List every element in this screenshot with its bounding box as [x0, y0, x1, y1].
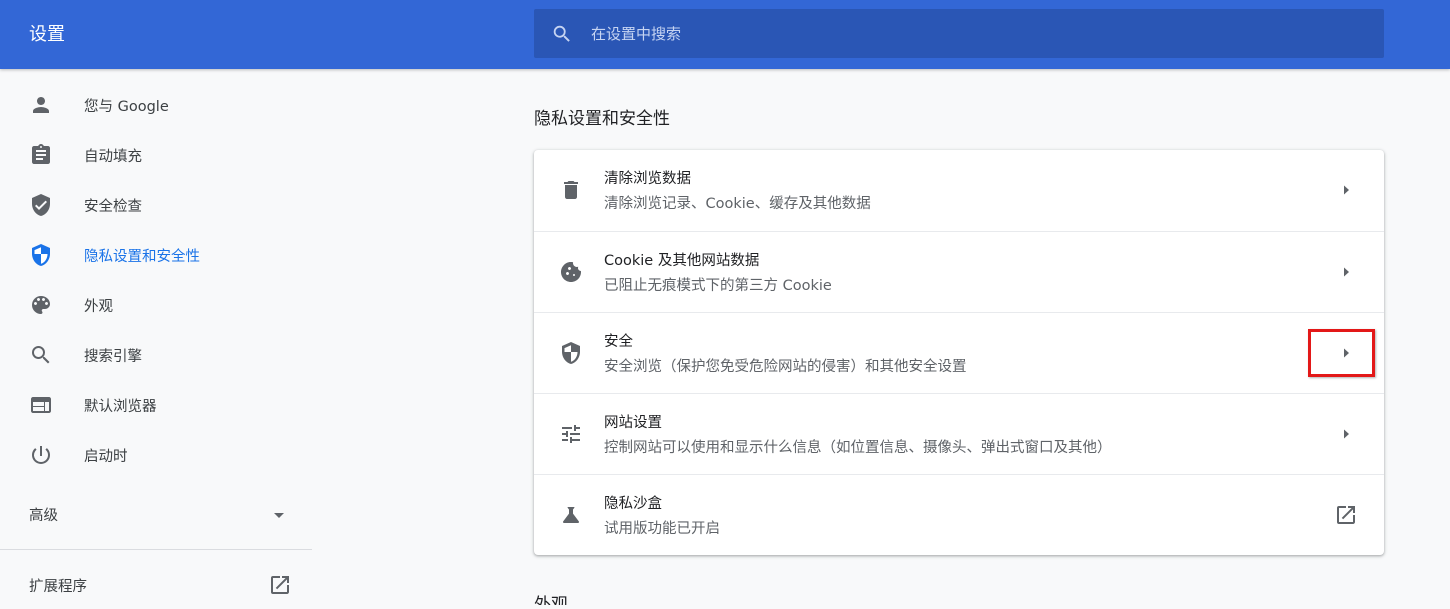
- sidebar-item-default-browser[interactable]: 默认浏览器: [0, 381, 312, 429]
- arrow-right-icon[interactable]: [1338, 182, 1354, 198]
- row-site-settings[interactable]: 网站设置 控制网站可以使用和显示什么信息（如位置信息、摄像头、弹出式窗口及其他）: [534, 393, 1384, 474]
- arrow-right-icon[interactable]: [1338, 426, 1354, 442]
- row-cookies[interactable]: Cookie 及其他网站数据 已阻止无痕模式下的第三方 Cookie: [534, 231, 1384, 312]
- row-subtitle: 清除浏览记录、Cookie、缓存及其他数据: [604, 196, 871, 212]
- sidebar-advanced-toggle[interactable]: 高级: [0, 490, 312, 538]
- sidebar-item-label: 外观: [84, 298, 113, 315]
- sidebar-item-autofill[interactable]: 自动填充: [0, 131, 312, 179]
- sidebar-item-label: 自动填充: [84, 148, 142, 165]
- row-privacy-sandbox[interactable]: 隐私沙盒 试用版功能已开启: [534, 474, 1384, 555]
- sidebar-item-label: 默认浏览器: [84, 398, 157, 415]
- sidebar-item-label: 启动时: [84, 448, 128, 465]
- assignment-icon: [29, 143, 53, 167]
- row-title: Cookie 及其他网站数据: [604, 253, 760, 269]
- search-box[interactable]: [534, 9, 1384, 58]
- sidebar-item-label: 您与 Google: [84, 98, 169, 115]
- sidebar-advanced-label: 高级: [29, 507, 58, 524]
- row-subtitle: 控制网站可以使用和显示什么信息（如位置信息、摄像头、弹出式窗口及其他）: [604, 440, 1112, 456]
- sidebar-item-on-startup[interactable]: 启动时: [0, 431, 312, 479]
- search-icon: [29, 343, 53, 367]
- shield-check-icon: [29, 193, 53, 217]
- row-subtitle: 已阻止无痕模式下的第三方 Cookie: [604, 278, 832, 294]
- open-external-icon[interactable]: [1334, 503, 1358, 527]
- power-icon: [29, 443, 53, 467]
- sidebar-item-label: 搜索引擎: [84, 348, 142, 365]
- arrow-right-icon[interactable]: [1338, 345, 1354, 361]
- open-external-icon: [268, 573, 292, 597]
- row-subtitle: 试用版功能已开启: [604, 521, 720, 537]
- row-subtitle: 安全浏览（保护您免受危险网站的侵害）和其他安全设置: [604, 359, 967, 375]
- row-title: 安全: [604, 334, 633, 350]
- shield-half-icon: [29, 243, 53, 267]
- sidebar-item-search-engine[interactable]: 搜索引擎: [0, 331, 312, 379]
- privacy-settings-card: 清除浏览数据 清除浏览记录、Cookie、缓存及其他数据 Cookie 及其他网…: [534, 150, 1384, 555]
- arrow-right-icon[interactable]: [1338, 264, 1354, 280]
- palette-icon: [29, 293, 53, 317]
- sidebar-item-privacy-security[interactable]: 隐私设置和安全性: [0, 231, 312, 279]
- search-input[interactable]: [591, 18, 1351, 49]
- row-security[interactable]: 安全 安全浏览（保护您免受危险网站的侵害）和其他安全设置: [534, 312, 1384, 393]
- person-icon: [29, 93, 53, 117]
- caret-down-icon: [272, 508, 286, 522]
- sidebar-divider: [0, 549, 312, 550]
- row-title: 网站设置: [604, 415, 662, 431]
- sidebar-item-extensions[interactable]: 扩展程序: [0, 561, 312, 609]
- app-header: 设置: [0, 0, 1450, 69]
- sidebar-item-you-and-google[interactable]: 您与 Google: [0, 81, 312, 129]
- sidebar-item-safety-check[interactable]: 安全检查: [0, 181, 312, 229]
- sidebar-item-label: 隐私设置和安全性: [84, 248, 200, 265]
- row-clear-browsing-data[interactable]: 清除浏览数据 清除浏览记录、Cookie、缓存及其他数据: [534, 150, 1384, 231]
- sidebar-item-appearance[interactable]: 外观: [0, 281, 312, 329]
- flask-icon: [559, 503, 583, 527]
- next-section-title: 外观: [534, 595, 568, 605]
- page-title: 设置: [29, 24, 65, 45]
- row-title: 清除浏览数据: [604, 171, 691, 187]
- browser-window-icon: [29, 393, 53, 417]
- tune-icon: [559, 422, 583, 446]
- sidebar: 您与 Google 自动填充 安全检查 隐私设置和安全性 外观 搜索引擎 默认浏…: [0, 69, 312, 605]
- row-title: 隐私沙盒: [604, 496, 662, 512]
- sidebar-item-label: 安全检查: [84, 198, 142, 215]
- sidebar-extensions-label: 扩展程序: [29, 578, 87, 595]
- section-title: 隐私设置和安全性: [534, 109, 670, 129]
- cookie-icon: [559, 260, 583, 284]
- search-icon: [551, 23, 573, 45]
- trash-icon: [559, 178, 583, 202]
- shield-icon: [559, 341, 583, 365]
